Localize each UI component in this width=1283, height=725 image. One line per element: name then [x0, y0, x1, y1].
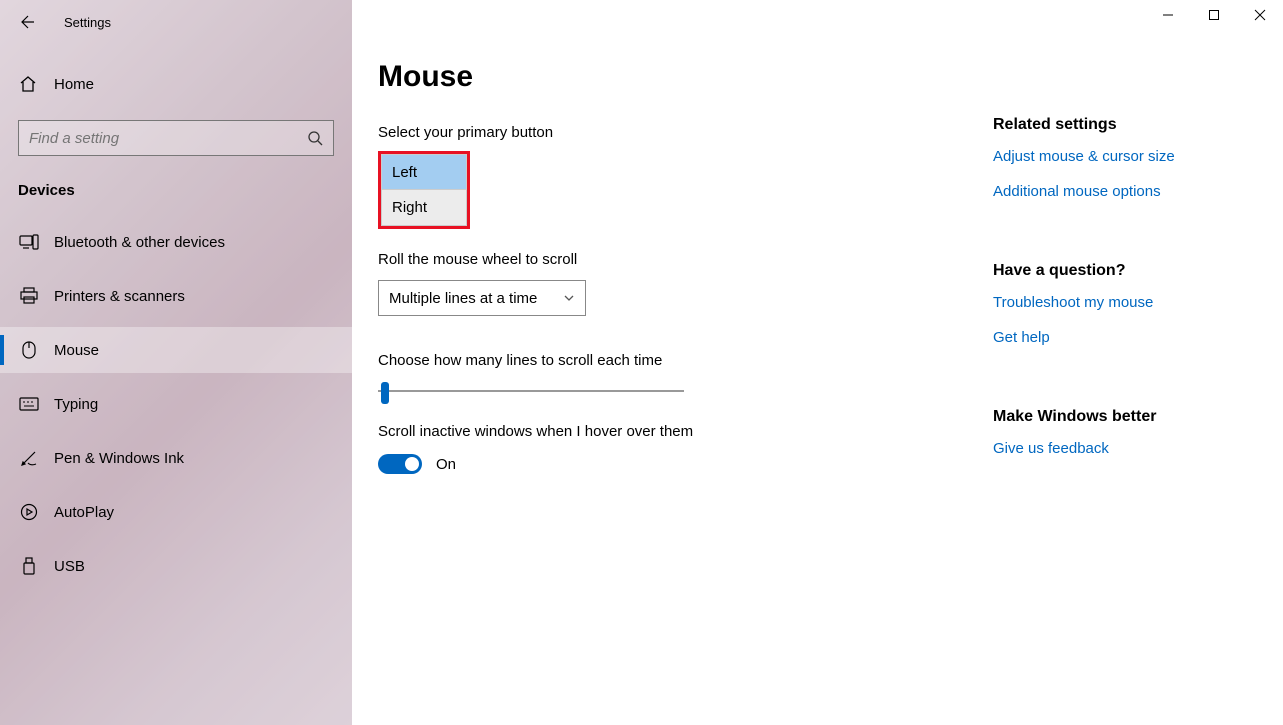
- pen-icon: [18, 447, 40, 469]
- slider-track: [378, 390, 684, 392]
- sidebar-item-label: Mouse: [54, 342, 99, 359]
- sidebar-item-label: Bluetooth & other devices: [54, 234, 225, 251]
- search-input[interactable]: [29, 130, 307, 147]
- minimize-button[interactable]: [1145, 0, 1191, 30]
- roll-wheel-label: Roll the mouse wheel to scroll: [378, 251, 993, 268]
- devices-icon: [18, 231, 40, 253]
- link-get-help[interactable]: Get help: [993, 329, 1283, 346]
- link-troubleshoot[interactable]: Troubleshoot my mouse: [993, 294, 1283, 311]
- back-icon[interactable]: [18, 14, 34, 30]
- option-right[interactable]: Right: [381, 190, 467, 226]
- toggle-knob: [405, 457, 419, 471]
- close-button[interactable]: [1237, 0, 1283, 30]
- sidebar-item-label: USB: [54, 558, 85, 575]
- link-additional-options[interactable]: Additional mouse options: [993, 183, 1283, 200]
- better-heading: Make Windows better: [993, 408, 1283, 426]
- wheel-scroll-value: Multiple lines at a time: [389, 290, 537, 307]
- titlebar-controls: [1145, 0, 1283, 30]
- app-title: Settings: [64, 15, 111, 30]
- sidebar-item-label: AutoPlay: [54, 504, 114, 521]
- right-column: Related settings Adjust mouse & cursor s…: [993, 8, 1283, 725]
- sidebar-item-mouse[interactable]: Mouse: [0, 327, 352, 373]
- sidebar-item-label: Printers & scanners: [54, 288, 185, 305]
- maximize-button[interactable]: [1191, 0, 1237, 30]
- search-wrap: [0, 106, 352, 156]
- autoplay-icon: [18, 501, 40, 523]
- sidebar-item-bluetooth[interactable]: Bluetooth & other devices: [0, 219, 352, 265]
- search-icon: [307, 130, 323, 146]
- hover-scroll-toggle[interactable]: [378, 454, 422, 474]
- link-feedback[interactable]: Give us feedback: [993, 440, 1283, 457]
- page-title: Mouse: [378, 60, 993, 94]
- sidebar-item-printers[interactable]: Printers & scanners: [0, 273, 352, 319]
- sidebar: Settings Home Devices Bluetooth & other …: [0, 0, 352, 725]
- chevron-down-icon: [563, 292, 575, 304]
- primary-button-label: Select your primary button: [378, 124, 993, 141]
- toggle-state-label: On: [436, 456, 456, 473]
- header-row: Settings: [0, 0, 352, 44]
- primary-button-options: Left Right: [378, 151, 470, 229]
- lines-scroll-slider[interactable]: [378, 379, 684, 403]
- printer-icon: [18, 285, 40, 307]
- sidebar-item-autoplay[interactable]: AutoPlay: [0, 489, 352, 535]
- search-box[interactable]: [18, 120, 334, 156]
- sidebar-item-usb[interactable]: USB: [0, 543, 352, 589]
- sidebar-item-home[interactable]: Home: [0, 62, 352, 106]
- home-label: Home: [54, 76, 94, 93]
- slider-thumb[interactable]: [381, 382, 389, 404]
- keyboard-icon: [18, 393, 40, 415]
- main: Mouse Select your primary button Left Ri…: [352, 0, 1283, 725]
- question-heading: Have a question?: [993, 262, 1283, 280]
- sidebar-item-label: Typing: [54, 396, 98, 413]
- sidebar-item-label: Pen & Windows Ink: [54, 450, 184, 467]
- lines-scroll-label: Choose how many lines to scroll each tim…: [378, 352, 993, 369]
- option-left[interactable]: Left: [381, 154, 467, 190]
- section-devices: Devices: [0, 156, 352, 219]
- wheel-scroll-dropdown[interactable]: Multiple lines at a time: [378, 280, 586, 316]
- sidebar-item-typing[interactable]: Typing: [0, 381, 352, 427]
- usb-icon: [18, 555, 40, 577]
- related-settings-heading: Related settings: [993, 116, 1283, 134]
- sidebar-item-pen[interactable]: Pen & Windows Ink: [0, 435, 352, 481]
- hover-scroll-label: Scroll inactive windows when I hover ove…: [378, 423, 993, 440]
- link-adjust-mouse[interactable]: Adjust mouse & cursor size: [993, 148, 1283, 165]
- mouse-icon: [18, 339, 40, 361]
- home-icon: [18, 74, 38, 94]
